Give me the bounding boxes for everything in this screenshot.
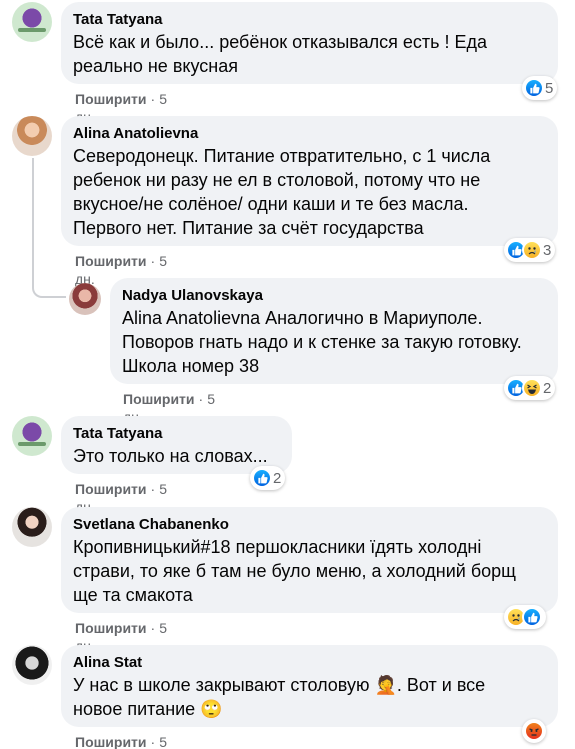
reaction-summary[interactable]: 5	[522, 76, 558, 100]
reaction-summary[interactable]	[504, 605, 546, 629]
comment-bubble: Alina Anatolievna Северодонецк. Питание …	[61, 116, 558, 246]
comment-text: У нас в школе закрывают столовую 🤦. Вот …	[73, 673, 546, 721]
comment-text: Кропивницький#18 першокласники їдять хол…	[73, 537, 516, 605]
reaction-count: 3	[543, 241, 552, 259]
comment-text-part: . Вот и все	[396, 675, 486, 695]
share-link[interactable]: Поширити	[75, 620, 147, 636]
comment-text-part: новое питание	[73, 699, 196, 719]
angry-icon	[524, 721, 544, 741]
separator-dot: ·	[150, 253, 156, 269]
comment-author[interactable]: Tata Tatyana	[73, 424, 280, 444]
comment-text: Северодонецк. Питание отвратительно, с 1…	[73, 146, 491, 238]
eye-roll-emoji: 🙄	[200, 699, 223, 719]
reaction-count: 5	[545, 79, 554, 97]
comment-text: Всё как и было... ребёнок отказывался ес…	[73, 32, 488, 76]
share-link[interactable]: Поширити	[75, 91, 147, 107]
separator-dot: ·	[150, 91, 156, 107]
comment-bubble: Nadya Ulanovskaya Alina Anatolievna Анал…	[110, 278, 558, 384]
avatar[interactable]	[12, 416, 52, 456]
comment-text: Это только на словах...	[73, 446, 268, 466]
separator-dot: ·	[150, 734, 156, 749]
comment-author[interactable]: Tata Tatyana	[73, 10, 546, 30]
thread-line-vertical	[32, 158, 34, 286]
comment-bubble: Svetlana Chabanenko Кропивницький#18 пер…	[61, 507, 558, 613]
sad-icon	[522, 240, 542, 260]
like-icon	[522, 607, 542, 627]
share-link[interactable]: Поширити	[75, 253, 147, 269]
avatar[interactable]	[69, 283, 101, 315]
comment-bubble: Tata Tatyana Это только на словах...	[61, 416, 292, 474]
avatar[interactable]	[12, 116, 52, 156]
share-link[interactable]: Поширити	[75, 734, 147, 749]
reaction-summary[interactable]: 2	[250, 466, 286, 490]
haha-icon	[522, 378, 542, 398]
like-icon	[252, 468, 272, 488]
separator-dot: ·	[198, 391, 204, 407]
reaction-count: 2	[273, 469, 282, 487]
like-icon	[524, 78, 544, 98]
avatar[interactable]	[12, 2, 52, 42]
reaction-summary[interactable]	[522, 719, 546, 743]
avatar[interactable]	[12, 507, 52, 547]
share-link[interactable]: Поширити	[75, 481, 147, 497]
comment-author[interactable]: Nadya Ulanovskaya	[122, 286, 546, 306]
comment-bubble: Alina Stat У нас в школе закрывают столо…	[61, 645, 558, 727]
reaction-summary[interactable]: 3	[504, 238, 556, 262]
reaction-summary[interactable]: 2	[504, 376, 556, 400]
thread-line-curve	[32, 284, 66, 298]
comment-text-part: У нас в школе закрывают столовую	[73, 675, 370, 695]
separator-dot: ·	[150, 620, 156, 636]
comment-actions: Поширити·5 дн.	[75, 733, 167, 749]
reaction-count: 2	[543, 379, 552, 397]
comment-author[interactable]: Alina Anatolievna	[73, 124, 546, 144]
comment-bubble: Tata Tatyana Всё как и было... ребёнок о…	[61, 2, 558, 84]
separator-dot: ·	[150, 481, 156, 497]
facepalm-emoji: 🤦	[374, 675, 397, 695]
share-link[interactable]: Поширити	[123, 391, 195, 407]
avatar[interactable]	[12, 645, 52, 685]
comment-text: Alina Anatolievna Аналогично в Мариуполе…	[122, 308, 522, 376]
comment-author[interactable]: Alina Stat	[73, 653, 546, 673]
comment-author[interactable]: Svetlana Chabanenko	[73, 515, 546, 535]
